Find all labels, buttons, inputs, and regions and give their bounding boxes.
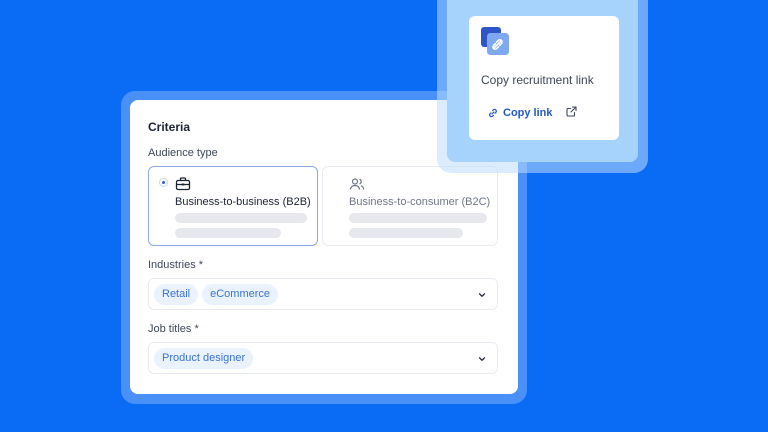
job-titles-select[interactable]: Product designer xyxy=(148,342,498,374)
audience-option-label: Business-to-business (B2B) xyxy=(175,196,311,208)
copy-link-label: Copy link xyxy=(503,107,553,119)
audience-type-label: Audience type xyxy=(148,147,218,159)
job-title-chip[interactable]: Product designer xyxy=(154,348,254,369)
skeleton-line xyxy=(349,228,463,238)
radio-selected-icon[interactable] xyxy=(159,178,168,187)
users-icon xyxy=(349,178,365,190)
external-link-icon[interactable] xyxy=(565,105,578,118)
industries-label: Industries * xyxy=(148,259,204,271)
chevron-down-icon[interactable] xyxy=(477,354,487,364)
link-logo-icon xyxy=(481,27,509,55)
copy-link-button[interactable]: Copy link xyxy=(481,102,559,124)
audience-option-label: Business-to-consumer (B2C) xyxy=(349,196,491,208)
industry-chip[interactable]: eCommerce xyxy=(202,284,279,305)
criteria-title: Criteria xyxy=(148,120,191,134)
recruitment-link-card: Copy recruitment link Copy link xyxy=(469,16,619,140)
link-icon xyxy=(489,108,497,118)
audience-option-b2c[interactable]: Business-to-consumer (B2C) xyxy=(322,166,498,246)
audience-option-b2b[interactable]: Business-to-business (B2B) xyxy=(148,166,318,246)
skeleton-line xyxy=(175,213,307,223)
job-titles-label: Job titles * xyxy=(148,323,199,335)
industry-chip[interactable]: Retail xyxy=(154,284,199,305)
skeleton-line xyxy=(349,213,487,223)
industries-select[interactable]: Retail eCommerce xyxy=(148,278,498,310)
briefcase-icon xyxy=(175,177,191,191)
chevron-down-icon[interactable] xyxy=(477,290,487,300)
skeleton-line xyxy=(175,228,281,238)
link-card-title: Copy recruitment link xyxy=(481,73,594,87)
